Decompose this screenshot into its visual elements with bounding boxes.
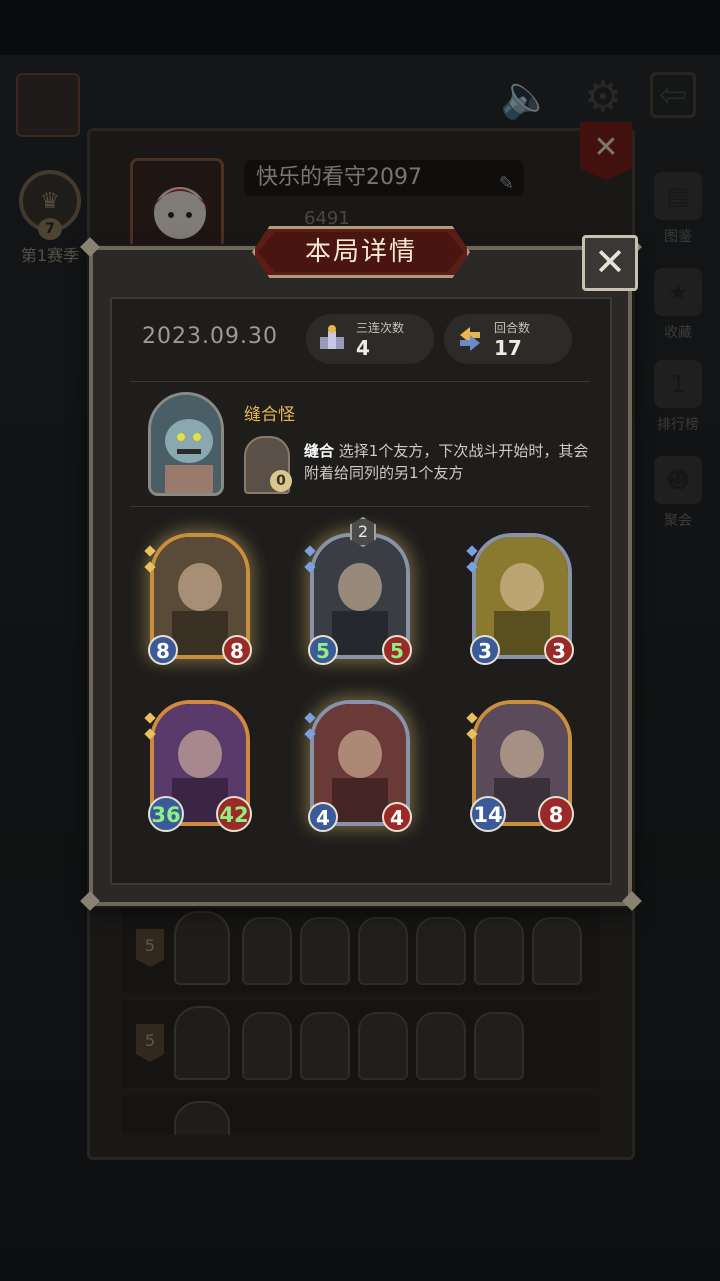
minion-attack: 8 bbox=[148, 635, 178, 665]
minion-attack: 5 bbox=[308, 635, 338, 665]
minion-health: 4 bbox=[382, 802, 412, 832]
minion-health: 3 bbox=[544, 635, 574, 665]
stat-label: 回合数 bbox=[494, 321, 531, 335]
divider bbox=[130, 506, 590, 507]
skill-description: 缝合 选择1个友方，下次战斗开始时，其会附着给同列的另1个友方 bbox=[304, 440, 600, 484]
minion-card[interactable]: 88 bbox=[144, 533, 252, 665]
stat-rounds: 回合数 17 bbox=[444, 314, 572, 364]
minion-card[interactable]: 36 42 bbox=[144, 700, 252, 832]
minion-health: 5 bbox=[382, 635, 412, 665]
minion-card[interactable]: 33 bbox=[466, 533, 574, 665]
hero-name: 缝合怪 bbox=[244, 405, 295, 425]
minion-attack: 3 bbox=[470, 635, 500, 665]
skill-cost: 0 bbox=[270, 470, 292, 492]
minion-health: 8 bbox=[222, 635, 252, 665]
triple-icon bbox=[316, 323, 348, 355]
minion-attack: 36 bbox=[148, 796, 184, 832]
modal-title: 本局详情 bbox=[258, 232, 464, 272]
star-gems bbox=[144, 545, 156, 579]
minion-card[interactable]: 14 8 bbox=[466, 700, 574, 832]
minion-card[interactable]: 255 bbox=[304, 517, 412, 665]
minion-card[interactable]: 44 bbox=[304, 700, 412, 832]
hero-portrait[interactable] bbox=[148, 392, 224, 496]
close-button[interactable]: ✕ bbox=[582, 235, 638, 291]
skill-name: 缝合 bbox=[304, 442, 335, 460]
star-gems bbox=[466, 545, 478, 579]
skill-text: 选择1个友方，下次战斗开始时，其会附着给同列的另1个友方 bbox=[304, 442, 589, 482]
minion-health: 42 bbox=[216, 796, 252, 832]
stat-label: 三连次数 bbox=[356, 321, 405, 335]
divider bbox=[130, 381, 590, 382]
stat-triples: 三连次数 4 bbox=[306, 314, 434, 364]
stat-value: 17 bbox=[494, 336, 522, 360]
minion-health: 8 bbox=[538, 796, 574, 832]
match-date: 2023.09.30 bbox=[142, 324, 278, 349]
star-gems bbox=[466, 712, 478, 746]
minion-attack: 4 bbox=[308, 802, 338, 832]
star-gems bbox=[144, 712, 156, 746]
star-gems bbox=[304, 712, 316, 746]
stat-value: 4 bbox=[356, 336, 370, 360]
rounds-icon bbox=[454, 323, 486, 355]
minion-attack: 14 bbox=[470, 796, 506, 832]
star-gems bbox=[304, 545, 316, 579]
